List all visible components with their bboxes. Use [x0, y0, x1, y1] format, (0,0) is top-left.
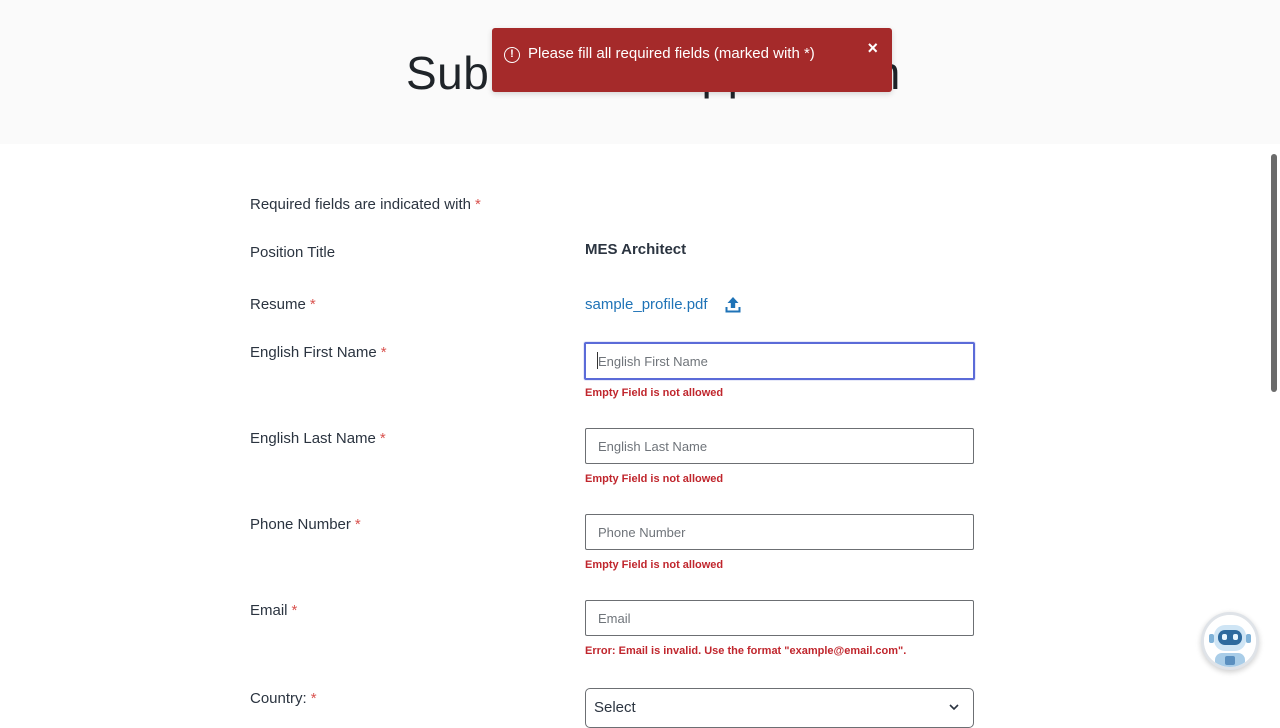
- country-label-text: Country:: [250, 690, 307, 707]
- required-note-text: Required fields are indicated with: [250, 196, 471, 213]
- required-star: *: [291, 602, 298, 619]
- robot-icon: [1204, 615, 1256, 667]
- email-label-text: Email: [250, 602, 288, 619]
- chatbot-button[interactable]: [1201, 612, 1259, 670]
- first-name-label-text: English First Name: [250, 344, 377, 361]
- required-star: *: [354, 516, 361, 533]
- last-name-input[interactable]: [585, 428, 974, 464]
- position-title-label: Position Title: [250, 244, 336, 261]
- first-name-error: Empty Field is not allowed: [585, 387, 724, 399]
- phone-label: Phone Number *: [250, 516, 361, 533]
- phone-error: Empty Field is not allowed: [585, 559, 724, 571]
- country-select-value: Select: [594, 699, 636, 716]
- email-error: Error: Email is invalid. Use the format …: [585, 645, 907, 657]
- scrollbar[interactable]: [1271, 154, 1277, 392]
- toast-message: Please fill all required fields (marked …: [528, 45, 815, 62]
- email-label: Email *: [250, 602, 297, 619]
- required-star: *: [380, 344, 387, 361]
- country-label: Country: *: [250, 690, 317, 707]
- email-input[interactable]: [585, 600, 974, 636]
- close-icon[interactable]: ×: [867, 38, 878, 58]
- alert-circle-icon: !: [504, 47, 520, 63]
- required-star: *: [379, 430, 386, 447]
- country-select[interactable]: Select: [585, 688, 974, 728]
- phone-input[interactable]: [585, 514, 974, 550]
- upload-icon[interactable]: [724, 296, 742, 314]
- required-star: *: [474, 196, 481, 213]
- phone-label-text: Phone Number: [250, 516, 351, 533]
- chevron-down-icon: [949, 704, 959, 711]
- required-star: *: [310, 690, 317, 707]
- position-title-value: MES Architect: [585, 241, 687, 258]
- first-name-input[interactable]: [584, 342, 975, 380]
- required-note: Required fields are indicated with *: [250, 196, 481, 213]
- resume-label-text: Resume: [250, 296, 306, 313]
- resume-label: Resume *: [250, 296, 316, 313]
- last-name-label-text: English Last Name: [250, 430, 376, 447]
- required-star: *: [309, 296, 316, 313]
- resume-file-link[interactable]: sample_profile.pdf: [585, 296, 708, 313]
- last-name-label: English Last Name *: [250, 430, 386, 447]
- error-toast: ! Please fill all required fields (marke…: [492, 28, 892, 92]
- first-name-label: English First Name *: [250, 344, 387, 361]
- text-caret: [597, 352, 598, 369]
- last-name-error: Empty Field is not allowed: [585, 473, 724, 485]
